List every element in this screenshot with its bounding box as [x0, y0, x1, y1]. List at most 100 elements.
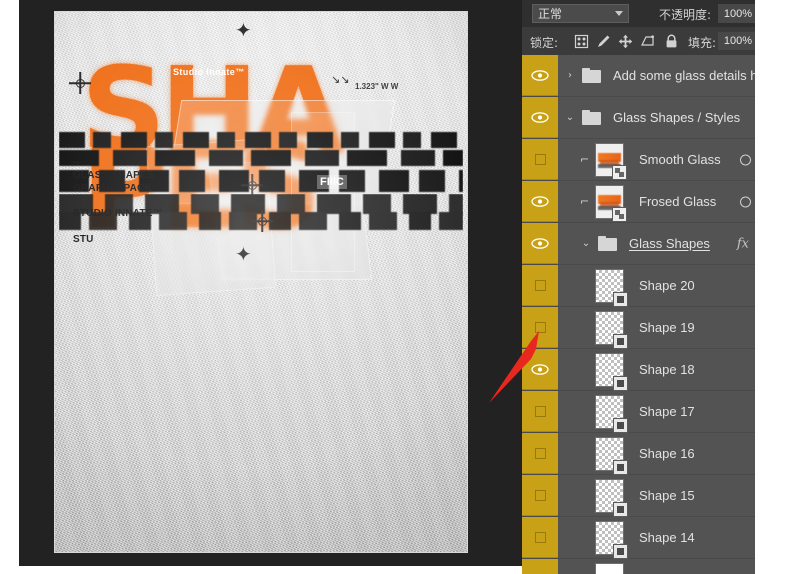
layer-thumbnail[interactable]: [596, 437, 627, 474]
lock-row: 锁定: 填充: 100%: [522, 27, 758, 55]
layer-name[interactable]: Shape 15: [639, 488, 695, 503]
vector-mask-badge-icon: [614, 334, 627, 348]
layer-row[interactable]: Shape 20: [522, 265, 755, 307]
fill-value[interactable]: 100%: [718, 32, 758, 50]
layer-thumbnail[interactable]: [596, 395, 627, 432]
layer-row[interactable]: Shape 14: [522, 517, 755, 559]
layer-row-content: Shape 19: [596, 307, 695, 348]
visibility-empty-box: [534, 279, 546, 291]
layer-name[interactable]: Shape 20: [639, 278, 695, 293]
visibility-empty-box: [534, 489, 546, 501]
paper-vignette: [55, 12, 467, 552]
layer-visibility-toggle[interactable]: [522, 517, 558, 558]
layer-name[interactable]: Frosed Glass: [639, 194, 716, 209]
fill-label: 填充:: [688, 36, 717, 50]
layer-row[interactable]: Shape 16: [522, 433, 755, 475]
layer-visibility-eye-icon[interactable]: [522, 55, 558, 96]
layer-row-content: Shape 17: [596, 391, 695, 432]
layer-visibility-toggle[interactable]: [522, 391, 558, 432]
lock-position-icon[interactable]: [618, 34, 633, 49]
layer-row-content: ⌐ Frosed Glass: [580, 181, 716, 222]
layer-options-circle-icon[interactable]: [740, 196, 751, 207]
bottom-margin: [0, 566, 522, 574]
layer-thumbnail[interactable]: [596, 143, 626, 179]
lock-transparency-icon[interactable]: [574, 34, 589, 49]
layer-row[interactable]: ⌄ Glass Shapes fx: [522, 223, 755, 265]
layer-visibility-toggle[interactable]: [522, 433, 558, 474]
layer-visibility-eye-icon[interactable]: [522, 349, 558, 390]
layer-visibility-toggle[interactable]: [522, 139, 558, 180]
layer-row-content: Shape 14: [596, 517, 695, 558]
layer-visibility-eye-icon[interactable]: [522, 181, 558, 222]
right-margin: [755, 0, 800, 574]
layer-options-circle-icon[interactable]: [740, 154, 751, 165]
layer-visibility-toggle[interactable]: [522, 475, 558, 516]
layer-thumbnail[interactable]: [596, 311, 627, 348]
layer-row[interactable]: Shape 17: [522, 391, 755, 433]
photoshop-window: SHA PES SHA PES: [0, 0, 800, 574]
vector-mask-badge-icon: [614, 376, 627, 390]
layer-visibility-eye-icon[interactable]: [522, 97, 558, 138]
chevron-down-icon[interactable]: ⌄: [564, 112, 576, 124]
left-margin: [0, 0, 19, 574]
smart-object-badge-icon: [613, 207, 626, 221]
layer-name[interactable]: Add some glass details here: [613, 68, 776, 83]
layer-row[interactable]: ⌐ Smooth Glass: [522, 139, 755, 181]
layer-visibility-toggle[interactable]: [522, 307, 558, 348]
layer-name[interactable]: Shape 14: [639, 530, 695, 545]
layer-row-content: ⌄ Glass Shapes: [580, 223, 710, 264]
chevron-right-icon[interactable]: ›: [564, 70, 576, 82]
layer-name[interactable]: Glass Shapes / Styles: [613, 110, 740, 125]
layer-list[interactable]: › Add some glass details here ⌄ Glass Shape…: [522, 55, 776, 574]
visibility-empty-box: [534, 153, 546, 165]
layer-name[interactable]: Shape 18: [639, 362, 695, 377]
layer-name[interactable]: Smooth Glass: [639, 152, 721, 167]
layer-visibility-toggle[interactable]: [522, 265, 558, 306]
layer-link-icon[interactable]: ⌐: [580, 195, 590, 209]
visibility-empty-box: [534, 531, 546, 543]
blend-mode-select[interactable]: 正常: [532, 4, 629, 23]
layer-name[interactable]: Shape 17: [639, 404, 695, 419]
layer-row[interactable]: ⌐ Frosed Glass: [522, 181, 755, 223]
layer-name[interactable]: Shape 16: [639, 446, 695, 461]
opacity-label: 不透明度:: [659, 8, 712, 22]
layer-name[interactable]: Glass Shapes: [629, 236, 710, 251]
layer-row-content: Shape 16: [596, 433, 695, 474]
layer-row[interactable]: › Add some glass details here: [522, 55, 776, 97]
layers-panel: 正常 不透明度: 100% 锁定: 填充: 100% › Add some gl…: [522, 0, 776, 574]
visibility-empty-box: [534, 405, 546, 417]
layer-name[interactable]: Shape 19: [639, 320, 695, 335]
lock-artboard-icon[interactable]: [640, 34, 655, 49]
lock-image-icon[interactable]: [596, 34, 611, 49]
layer-row[interactable]: Shape 14: [522, 559, 755, 574]
lock-all-icon[interactable]: [664, 34, 679, 49]
chevron-down-icon: [615, 11, 623, 16]
vector-mask-badge-icon: [614, 460, 627, 474]
layer-row-content: Shape 15: [596, 475, 695, 516]
layer-thumbnail[interactable]: [596, 563, 623, 574]
chevron-down-icon[interactable]: ⌄: [580, 238, 592, 250]
lock-label: 锁定:: [530, 36, 559, 50]
opacity-value[interactable]: 100%: [718, 4, 758, 23]
layer-effects-fx-icon[interactable]: fx: [737, 236, 749, 251]
layer-row[interactable]: Shape 15: [522, 475, 755, 517]
blend-mode-row: 正常 不透明度: 100%: [522, 0, 758, 27]
layer-visibility-toggle[interactable]: [522, 559, 558, 574]
layer-thumbnail[interactable]: [596, 353, 627, 390]
layer-visibility-eye-icon[interactable]: [522, 223, 558, 264]
layer-link-icon[interactable]: ⌐: [580, 153, 590, 167]
layer-row[interactable]: Shape 18: [522, 349, 755, 391]
layer-row-content: Shape 18: [596, 349, 695, 390]
vector-mask-badge-icon: [614, 544, 627, 558]
folder-icon: [582, 110, 601, 125]
document-canvas[interactable]: SHA PES SHA PES: [19, 0, 522, 566]
layer-row-content: ⌄ Glass Shapes / Styles: [564, 97, 740, 138]
layer-row[interactable]: ⌄ Glass Shapes / Styles: [522, 97, 755, 139]
artboard-poster[interactable]: SHA PES SHA PES: [55, 12, 467, 552]
layer-thumbnail[interactable]: [596, 185, 626, 221]
layer-row[interactable]: Shape 19: [522, 307, 755, 349]
layer-thumbnail[interactable]: [596, 521, 627, 558]
layer-thumbnail[interactable]: [596, 479, 627, 516]
layer-thumbnail[interactable]: [596, 269, 627, 306]
layer-row-content: Shape 20: [596, 265, 695, 306]
